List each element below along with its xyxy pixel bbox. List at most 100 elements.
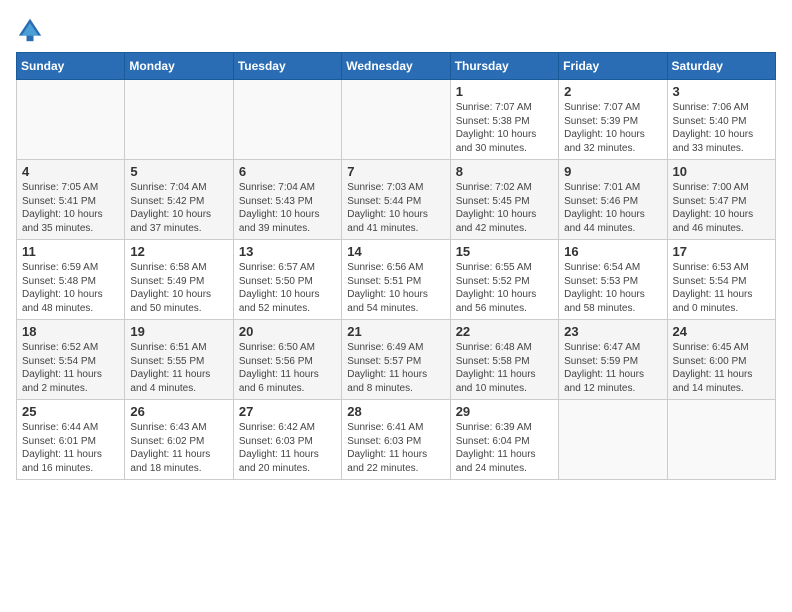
calendar-cell [233, 80, 341, 160]
day-number: 5 [130, 164, 227, 179]
calendar-cell: 10Sunrise: 7:00 AM Sunset: 5:47 PM Dayli… [667, 160, 775, 240]
day-number: 17 [673, 244, 770, 259]
logo [16, 16, 46, 44]
day-number: 2 [564, 84, 661, 99]
calendar-cell: 25 Sunrise: 6:44 AM Sunset: 6:01 PM Dayli… [17, 400, 125, 480]
day-info: Sunrise: 6:58 AM Sunset: 5:49 PM Dayligh… [130, 261, 227, 315]
day-info: Sunrise: 6:52 AM Sunset: 5:54 PM Dayligh… [22, 341, 119, 395]
day-info: Sunrise: 6:50 AM Sunset: 5:56 PM Dayligh… [239, 341, 336, 395]
day-info: Sunrise: 7:07 AM Sunset: 5:39 PM Dayligh… [564, 101, 661, 155]
day-info: Sunrise: 7:02 AM Sunset: 5:45 PM Dayligh… [456, 181, 553, 235]
day-number: 22 [456, 324, 553, 339]
calendar-week-row: 18 Sunrise: 6:52 AM Sunset: 5:54 PM Dayli… [17, 320, 776, 400]
day-info: Sunrise: 7:07 AM Sunset: 5:38 PM Dayligh… [456, 101, 553, 155]
day-number: 13 [239, 244, 336, 259]
calendar-cell: 23 Sunrise: 6:47 AM Sunset: 5:59 PM Dayli… [559, 320, 667, 400]
calendar-cell: 14 Sunrise: 6:56 AM Sunset: 5:51 PM Dayli… [342, 240, 450, 320]
calendar-cell: 15 Sunrise: 6:55 AM Sunset: 5:52 PM Dayli… [450, 240, 558, 320]
weekday-header-sunday: Sunday [17, 53, 125, 80]
day-number: 8 [456, 164, 553, 179]
day-number: 19 [130, 324, 227, 339]
day-number: 11 [22, 244, 119, 259]
day-info: Sunrise: 6:59 AM Sunset: 5:48 PM Dayligh… [22, 261, 119, 315]
page-header [16, 16, 776, 44]
day-info: Sunrise: 7:06 AM Sunset: 5:40 PM Dayligh… [673, 101, 770, 155]
calendar-week-row: 25 Sunrise: 6:44 AM Sunset: 6:01 PM Dayli… [17, 400, 776, 480]
day-number: 18 [22, 324, 119, 339]
day-info: Sunrise: 6:55 AM Sunset: 5:52 PM Dayligh… [456, 261, 553, 315]
weekday-header-monday: Monday [125, 53, 233, 80]
day-info: Sunrise: 7:03 AM Sunset: 5:44 PM Dayligh… [347, 181, 444, 235]
calendar-cell: 1 Sunrise: 7:07 AM Sunset: 5:38 PM Daylig… [450, 80, 558, 160]
day-number: 15 [456, 244, 553, 259]
calendar-cell: 21 Sunrise: 6:49 AM Sunset: 5:57 PM Dayli… [342, 320, 450, 400]
calendar-cell [17, 80, 125, 160]
day-info: Sunrise: 6:51 AM Sunset: 5:55 PM Dayligh… [130, 341, 227, 395]
weekday-header-row: SundayMondayTuesdayWednesdayThursdayFrid… [17, 53, 776, 80]
day-number: 20 [239, 324, 336, 339]
day-info: Sunrise: 6:42 AM Sunset: 6:03 PM Dayligh… [239, 421, 336, 475]
calendar-cell: 11 Sunrise: 6:59 AM Sunset: 5:48 PM Dayli… [17, 240, 125, 320]
calendar-cell: 4Sunrise: 7:05 AM Sunset: 5:41 PM Daylig… [17, 160, 125, 240]
calendar-cell: 16 Sunrise: 6:54 AM Sunset: 5:53 PM Dayli… [559, 240, 667, 320]
day-info: Sunrise: 7:05 AM Sunset: 5:41 PM Dayligh… [22, 181, 119, 235]
day-info: Sunrise: 6:41 AM Sunset: 6:03 PM Dayligh… [347, 421, 444, 475]
calendar-cell: 26 Sunrise: 6:43 AM Sunset: 6:02 PM Dayli… [125, 400, 233, 480]
day-info: Sunrise: 7:04 AM Sunset: 5:42 PM Dayligh… [130, 181, 227, 235]
calendar-cell [342, 80, 450, 160]
calendar-cell: 20 Sunrise: 6:50 AM Sunset: 5:56 PM Dayli… [233, 320, 341, 400]
day-number: 14 [347, 244, 444, 259]
day-number: 26 [130, 404, 227, 419]
weekday-header-friday: Friday [559, 53, 667, 80]
day-number: 9 [564, 164, 661, 179]
day-info: Sunrise: 6:48 AM Sunset: 5:58 PM Dayligh… [456, 341, 553, 395]
day-number: 21 [347, 324, 444, 339]
day-number: 1 [456, 84, 553, 99]
day-info: Sunrise: 6:54 AM Sunset: 5:53 PM Dayligh… [564, 261, 661, 315]
calendar-cell: 24 Sunrise: 6:45 AM Sunset: 6:00 PM Dayli… [667, 320, 775, 400]
calendar-cell: 29Sunrise: 6:39 AM Sunset: 6:04 PM Dayli… [450, 400, 558, 480]
logo-icon [16, 16, 44, 44]
day-info: Sunrise: 6:47 AM Sunset: 5:59 PM Dayligh… [564, 341, 661, 395]
calendar-cell: 5 Sunrise: 7:04 AM Sunset: 5:42 PM Daylig… [125, 160, 233, 240]
day-info: Sunrise: 7:04 AM Sunset: 5:43 PM Dayligh… [239, 181, 336, 235]
day-number: 16 [564, 244, 661, 259]
calendar-cell: 7 Sunrise: 7:03 AM Sunset: 5:44 PM Daylig… [342, 160, 450, 240]
day-number: 25 [22, 404, 119, 419]
calendar-week-row: 4Sunrise: 7:05 AM Sunset: 5:41 PM Daylig… [17, 160, 776, 240]
calendar-cell [559, 400, 667, 480]
calendar-cell: 8 Sunrise: 7:02 AM Sunset: 5:45 PM Daylig… [450, 160, 558, 240]
day-info: Sunrise: 6:44 AM Sunset: 6:01 PM Dayligh… [22, 421, 119, 475]
day-number: 12 [130, 244, 227, 259]
day-info: Sunrise: 6:45 AM Sunset: 6:00 PM Dayligh… [673, 341, 770, 395]
calendar-table: SundayMondayTuesdayWednesdayThursdayFrid… [16, 52, 776, 480]
day-number: 24 [673, 324, 770, 339]
weekday-header-saturday: Saturday [667, 53, 775, 80]
day-info: Sunrise: 7:01 AM Sunset: 5:46 PM Dayligh… [564, 181, 661, 235]
day-info: Sunrise: 6:56 AM Sunset: 5:51 PM Dayligh… [347, 261, 444, 315]
calendar-cell: 28 Sunrise: 6:41 AM Sunset: 6:03 PM Dayli… [342, 400, 450, 480]
calendar-cell: 13 Sunrise: 6:57 AM Sunset: 5:50 PM Dayli… [233, 240, 341, 320]
calendar-cell: 18 Sunrise: 6:52 AM Sunset: 5:54 PM Dayli… [17, 320, 125, 400]
calendar-cell: 12 Sunrise: 6:58 AM Sunset: 5:49 PM Dayli… [125, 240, 233, 320]
day-number: 23 [564, 324, 661, 339]
day-number: 6 [239, 164, 336, 179]
day-info: Sunrise: 6:57 AM Sunset: 5:50 PM Dayligh… [239, 261, 336, 315]
weekday-header-thursday: Thursday [450, 53, 558, 80]
day-number: 28 [347, 404, 444, 419]
day-number: 29 [456, 404, 553, 419]
calendar-week-row: 11 Sunrise: 6:59 AM Sunset: 5:48 PM Dayli… [17, 240, 776, 320]
calendar-cell: 27 Sunrise: 6:42 AM Sunset: 6:03 PM Dayli… [233, 400, 341, 480]
day-number: 7 [347, 164, 444, 179]
calendar-cell: 3Sunrise: 7:06 AM Sunset: 5:40 PM Daylig… [667, 80, 775, 160]
day-info: Sunrise: 6:49 AM Sunset: 5:57 PM Dayligh… [347, 341, 444, 395]
day-info: Sunrise: 6:53 AM Sunset: 5:54 PM Dayligh… [673, 261, 770, 315]
calendar-week-row: 1 Sunrise: 7:07 AM Sunset: 5:38 PM Daylig… [17, 80, 776, 160]
calendar-cell [667, 400, 775, 480]
calendar-cell: 22 Sunrise: 6:48 AM Sunset: 5:58 PM Dayli… [450, 320, 558, 400]
day-info: Sunrise: 7:00 AM Sunset: 5:47 PM Dayligh… [673, 181, 770, 235]
day-info: Sunrise: 6:43 AM Sunset: 6:02 PM Dayligh… [130, 421, 227, 475]
weekday-header-wednesday: Wednesday [342, 53, 450, 80]
day-number: 27 [239, 404, 336, 419]
calendar-cell: 6 Sunrise: 7:04 AM Sunset: 5:43 PM Daylig… [233, 160, 341, 240]
